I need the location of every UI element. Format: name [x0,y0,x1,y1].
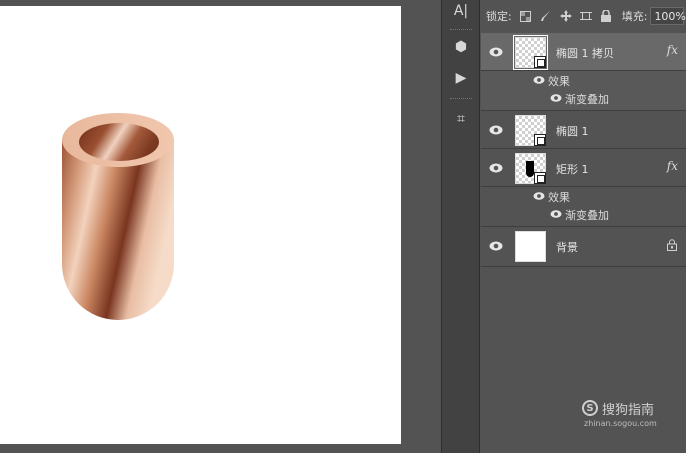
visibility-eye-icon[interactable] [489,240,503,252]
layer-effects-rectangle: 效果 渐变叠加 [481,187,686,227]
watermark-name: 搜狗指南 [602,403,655,418]
visibility-eye-icon[interactable] [489,124,503,136]
layer-row-ellipse-copy[interactable]: 椭圆 1 拷贝 fx [481,33,686,71]
layer-name[interactable]: 椭圆 1 拷贝 [556,45,614,61]
lock-bar: 锁定: 填充: 100% [481,5,686,27]
lock-artboard-icon[interactable] [579,10,592,22]
layer-name[interactable]: 矩形 1 [556,161,589,177]
gradient-overlay-label: 渐变叠加 [565,209,609,222]
effects-label: 效果 [548,191,570,204]
3d-tool-icon[interactable]: ⬢ [449,36,473,58]
gradient-overlay-row[interactable]: 渐变叠加 [481,205,686,223]
sogou-watermark: S 搜狗指南 zhinan.sogou.com [582,398,682,432]
crop-tool-icon[interactable]: ⌗ [449,108,473,130]
play-icon[interactable]: ▶ [449,67,473,89]
lock-transparency-icon[interactable] [520,10,532,22]
layer-row-background[interactable]: 背景 [481,227,686,267]
layer-lock-icon[interactable] [667,239,677,251]
gradient-overlay-row[interactable]: 渐变叠加 [481,89,686,107]
gradient-overlay-eye-icon[interactable] [550,209,562,219]
shape-layer-icon [534,56,546,68]
document-canvas[interactable] [0,6,401,444]
visibility-eye-icon[interactable] [489,162,503,174]
canvas-workspace[interactable] [0,0,424,453]
fx-icon[interactable]: fx [667,159,678,173]
layer-effects-ellipse-copy: 效果 渐变叠加 [481,71,686,111]
layer-thumbnail [515,153,546,184]
shape-layer-icon [534,172,546,184]
layers-panel: 锁定: 填充: 100% 椭圆 1 拷贝 fx 效果 渐变叠加 椭圆 1 矩形 … [481,0,686,453]
layer-name[interactable]: 背景 [556,239,578,255]
tube-hole [79,123,159,161]
lock-position-move-icon[interactable] [559,10,572,22]
sogou-logo-icon: S [582,400,598,416]
watermark-url: zhinan.sogou.com [584,419,657,428]
gradient-overlay-label: 渐变叠加 [565,93,609,106]
layer-thumbnail [513,35,548,70]
panel-grip[interactable] [450,29,472,31]
tool-strip: A| ⬢ ▶ ⌗ [441,0,480,453]
type-tool-icon[interactable]: A| [449,0,473,22]
panel-grip[interactable] [450,98,472,100]
visibility-eye-icon[interactable] [489,46,503,58]
fill-label: 填充: [621,10,648,23]
effects-row[interactable]: 效果 [481,187,686,205]
copper-tube-artwork [62,113,174,320]
lock-label: 锁定: [486,10,512,23]
layer-row-ellipse[interactable]: 椭圆 1 [481,111,686,149]
layer-list: 椭圆 1 拷贝 fx 效果 渐变叠加 椭圆 1 矩形 1 fx 效果 渐变叠加 … [481,33,686,267]
lock-all-icon[interactable] [600,10,612,22]
fill-input[interactable]: 100% [650,7,686,25]
effects-eye-icon[interactable] [533,75,545,85]
layer-thumbnail [515,231,546,262]
shape-layer-icon [534,134,546,146]
fx-icon[interactable]: fx [667,43,678,57]
lock-pixels-brush-icon[interactable] [540,10,552,22]
effects-eye-icon[interactable] [533,191,545,201]
effects-label: 效果 [548,75,570,88]
layer-name[interactable]: 椭圆 1 [556,123,589,139]
effects-row[interactable]: 效果 [481,71,686,89]
layer-thumbnail [515,115,546,146]
gradient-overlay-eye-icon[interactable] [550,93,562,103]
layer-row-rectangle[interactable]: 矩形 1 fx [481,149,686,187]
